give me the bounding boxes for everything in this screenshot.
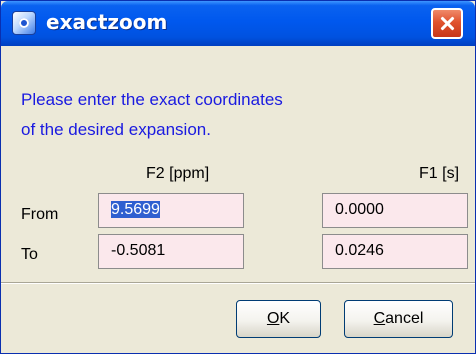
close-icon[interactable] bbox=[431, 8, 463, 39]
cancel-label-rest: ancel bbox=[385, 310, 424, 327]
title-bar[interactable]: exactzoom bbox=[1, 1, 475, 46]
cancel-mnemonic: C bbox=[373, 310, 386, 327]
ok-button[interactable]: OK bbox=[236, 300, 321, 338]
from-f2-value: 9.5699 bbox=[111, 201, 160, 218]
cancel-button[interactable]: Cancel bbox=[344, 300, 453, 338]
instruction-line-2: of the desired expansion. bbox=[21, 120, 211, 139]
from-f2-input[interactable]: 9.5699 bbox=[98, 193, 244, 228]
to-f1-value: 0.0246 bbox=[335, 242, 384, 259]
to-f1-input[interactable]: 0.0246 bbox=[322, 234, 468, 269]
f1-column-header: F1 [s] bbox=[419, 165, 460, 182]
to-f2-value: -0.5081 bbox=[111, 242, 166, 259]
button-separator bbox=[1, 282, 475, 284]
to-f2-input[interactable]: -0.5081 bbox=[98, 234, 244, 269]
f2-column-header: F2 [ppm] bbox=[146, 165, 210, 182]
from-row-label: From bbox=[21, 206, 59, 223]
from-f1-input[interactable]: 0.0000 bbox=[322, 193, 468, 228]
to-row-label: To bbox=[21, 246, 38, 263]
from-f1-value: 0.0000 bbox=[335, 201, 384, 218]
app-icon bbox=[12, 11, 36, 35]
ok-mnemonic: O bbox=[266, 310, 280, 327]
exactzoom-dialog: exactzoom Please enter the exact coordin… bbox=[0, 0, 476, 354]
window-title: exactzoom bbox=[46, 10, 168, 34]
ok-label-rest: K bbox=[279, 310, 291, 327]
instruction-line-1: Please enter the exact coordinates bbox=[21, 90, 283, 109]
